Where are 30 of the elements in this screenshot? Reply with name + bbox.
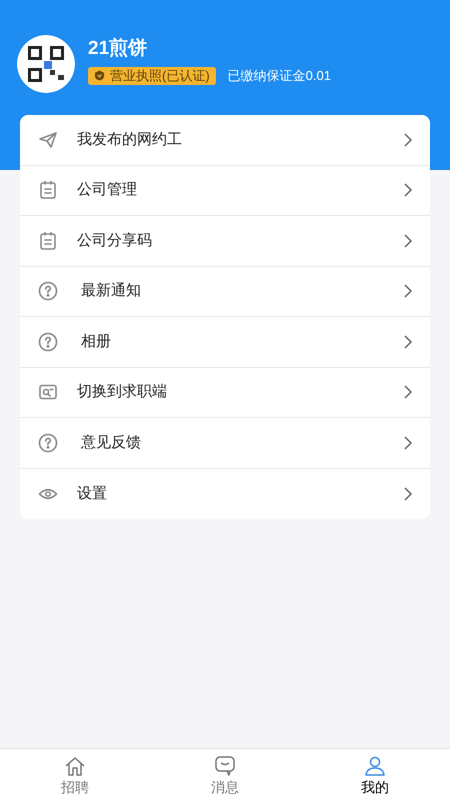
chevron-right-icon <box>404 234 412 248</box>
chevron-right-icon <box>404 334 412 349</box>
help-icon <box>38 281 58 302</box>
menu-item[interactable]: 我发布的网约工 <box>20 115 430 166</box>
tab[interactable]: 我的 <box>300 749 450 800</box>
chevron-right-icon <box>404 436 412 450</box>
menu-item[interactable]: 意见反馈 <box>20 418 430 468</box>
menu-item[interactable]: 相册 <box>20 317 430 368</box>
menu-item[interactable]: 公司管理 <box>20 166 430 216</box>
tab[interactable]: 消息 <box>150 749 300 800</box>
user-name: 21煎饼 <box>88 37 148 61</box>
chevron-right-icon <box>404 284 412 298</box>
menu-item[interactable]: 公司分享码 <box>20 216 430 266</box>
license-badge: 营业执照(已认证) <box>88 66 216 85</box>
notepad-icon <box>38 180 58 200</box>
menu-item[interactable]: 设置 <box>20 468 430 519</box>
paper-plane-icon <box>38 130 58 150</box>
tab[interactable]: 招聘 <box>0 749 150 800</box>
chevron-right-icon <box>404 183 412 198</box>
menu-item[interactable]: 最新通知 <box>20 266 430 317</box>
menu-item[interactable]: 切换到求职端 <box>20 368 430 418</box>
search-card-icon <box>38 382 58 402</box>
notepad-icon <box>38 230 58 251</box>
help-icon <box>38 432 58 453</box>
chevron-right-icon <box>404 385 412 400</box>
deposit-text: 已缴纳保证金0.01 <box>228 67 331 85</box>
shield-icon <box>94 70 105 82</box>
help-icon <box>38 332 58 352</box>
chevron-right-icon <box>404 486 412 501</box>
chevron-right-icon <box>404 132 412 147</box>
